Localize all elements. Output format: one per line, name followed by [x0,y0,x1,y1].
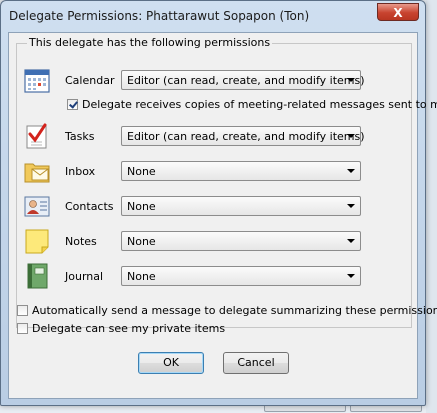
background-window-edge [426,0,437,413]
meeting-copies-label[interactable]: Delegate receives copies of meeting-rela… [82,98,437,111]
dropdown-arrow-icon [347,204,355,208]
notes-icon [25,229,49,254]
inbox-permission-value: None [127,165,156,178]
close-button[interactable]: X [377,3,419,21]
auto-send-summary-label[interactable]: Automatically send a message to delegate… [32,304,437,317]
private-items-checkbox[interactable] [17,323,28,334]
meeting-copies-checkbox[interactable] [67,99,78,110]
dialog-body: This delegate has the following permissi… [8,32,437,399]
cancel-button[interactable]: Cancel [223,352,289,374]
dropdown-arrow-icon [347,169,355,173]
permission-row-inbox: Inbox None [9,157,419,187]
dropdown-arrow-icon [347,274,355,278]
ok-button[interactable]: OK [138,352,204,374]
permission-label-calendar: Calendar [65,74,115,87]
notes-permission-value: None [127,235,156,248]
private-items-label[interactable]: Delegate can see my private items [32,322,225,335]
permission-label-tasks: Tasks [65,130,95,143]
auto-send-summary-checkbox[interactable] [17,305,28,316]
permission-label-notes: Notes [65,235,97,248]
notes-permission-select[interactable]: None [121,231,361,251]
dropdown-arrow-icon [347,78,355,82]
tasks-permission-select[interactable]: Editor (can read, create, and modify ite… [121,126,365,146]
title-bar[interactable]: Delegate Permissions: Phattarawut Sopapo… [1,1,425,32]
dropdown-arrow-icon [347,239,355,243]
permission-label-contacts: Contacts [65,200,114,213]
dropdown-arrow-icon [347,134,355,138]
calendar-permission-select[interactable]: Editor (can read, create, and modify ite… [121,70,365,90]
inbox-icon [24,163,50,183]
calendar-icon [24,69,50,93]
permission-row-tasks: Tasks Editor (can read, create, and modi… [9,122,419,152]
tasks-icon [26,123,47,149]
journal-permission-value: None [127,270,156,283]
permission-row-calendar: Calendar Editor (can read, create, and m… [9,66,419,96]
inbox-permission-select[interactable]: None [121,161,361,181]
permission-label-inbox: Inbox [65,165,96,178]
contacts-permission-value: None [127,200,156,213]
journal-icon [27,263,48,289]
permission-label-journal: Journal [65,270,104,283]
permission-row-notes: Notes None [9,227,419,257]
delegate-permissions-dialog: Delegate Permissions: Phattarawut Sopapo… [0,0,437,406]
permission-row-journal: Journal None [9,262,419,292]
tasks-permission-value: Editor (can read, create, and modify ite… [127,130,365,143]
group-label: This delegate has the following permissi… [27,36,273,49]
contacts-icon [24,196,50,217]
dialog-title: Delegate Permissions: Phattarawut Sopapo… [9,9,310,23]
journal-permission-select[interactable]: None [121,266,361,286]
contacts-permission-select[interactable]: None [121,196,361,216]
calendar-permission-value: Editor (can read, create, and modify ite… [127,74,365,87]
permission-row-contacts: Contacts None [9,192,419,222]
